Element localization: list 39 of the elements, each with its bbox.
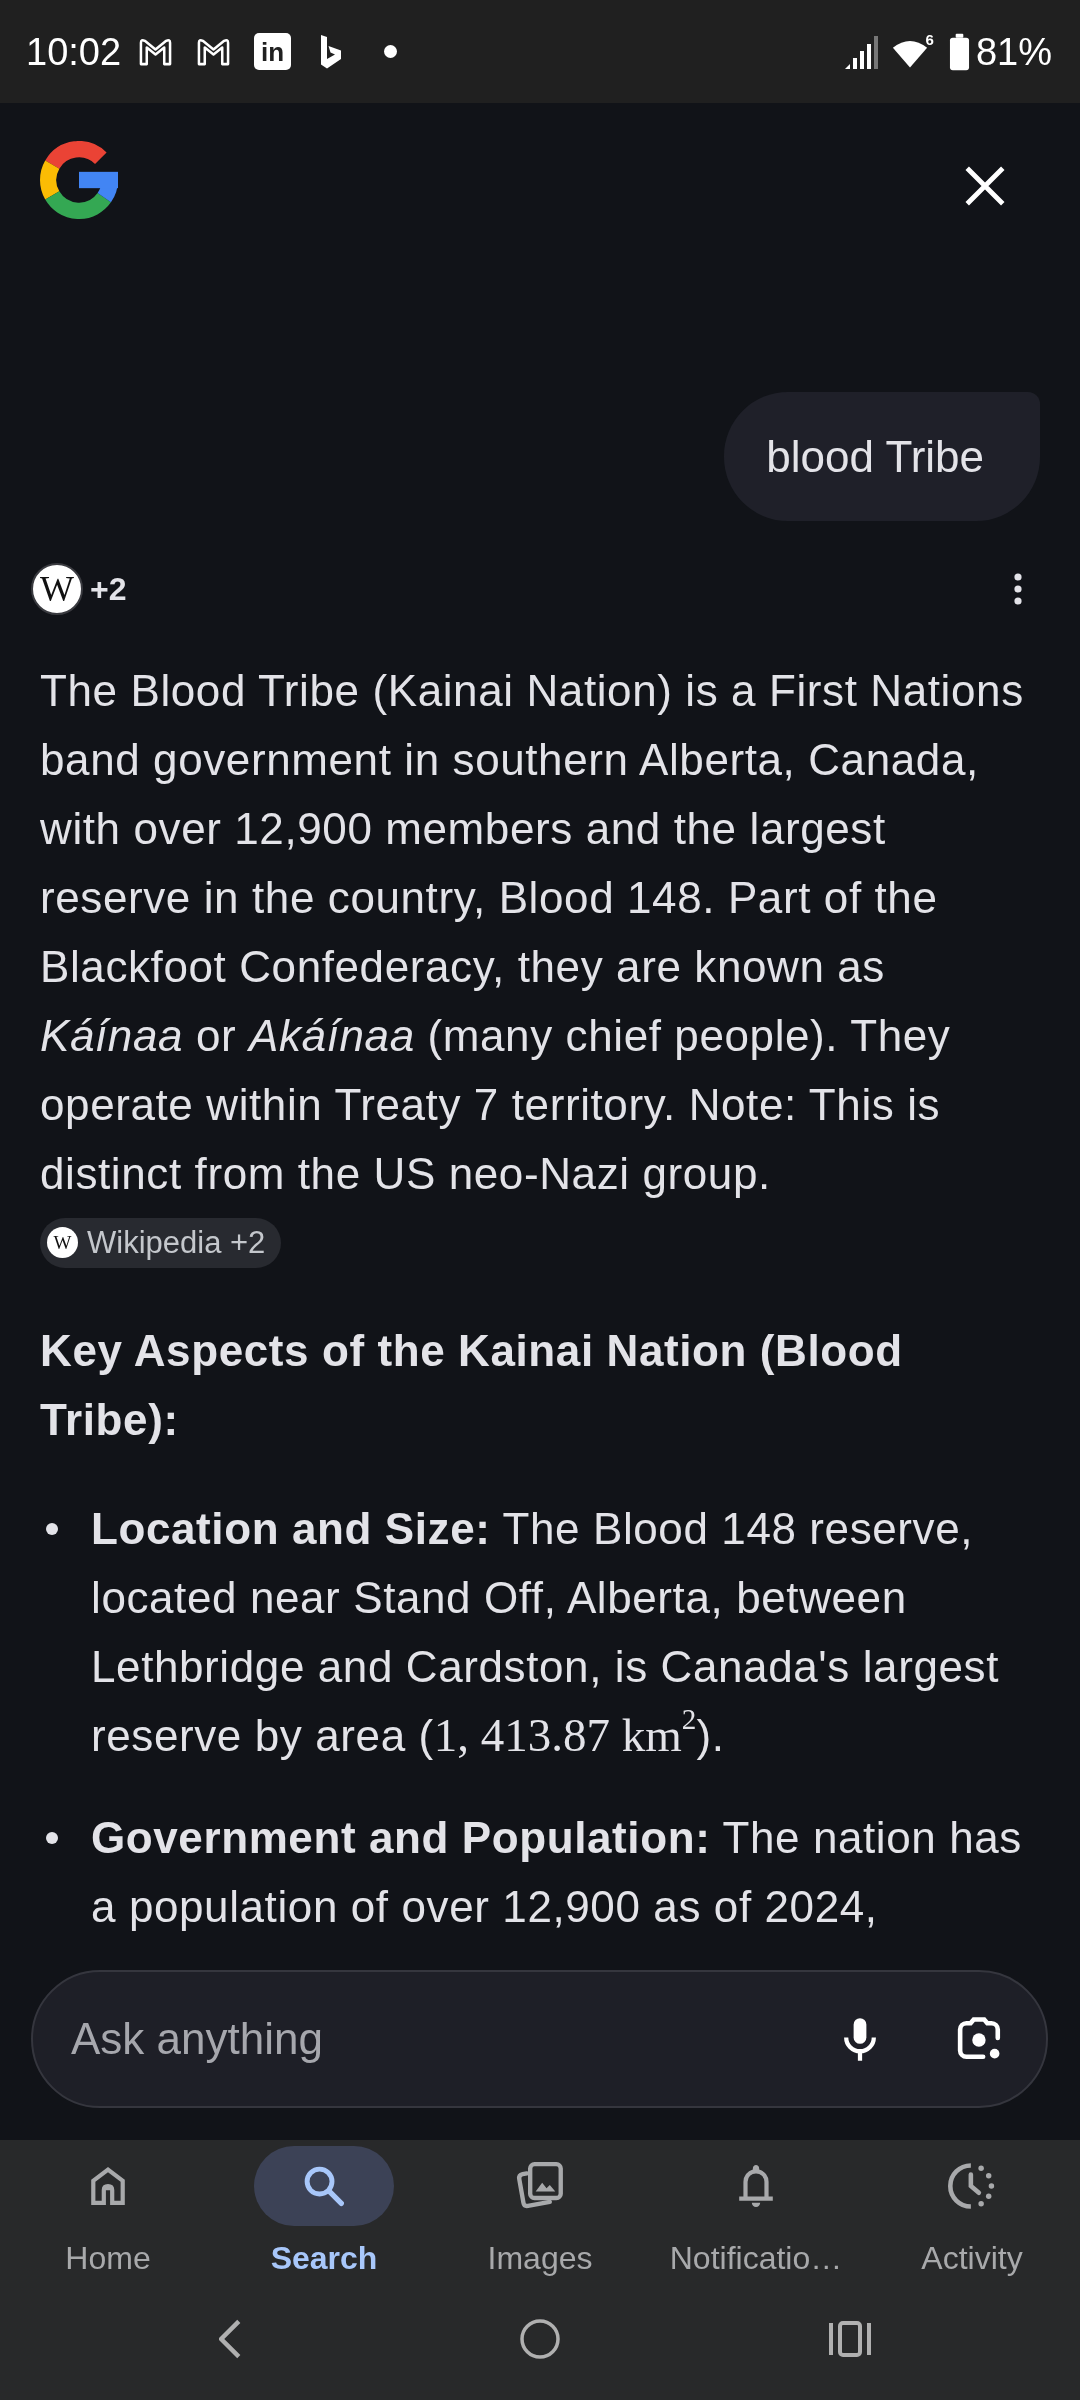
photos-icon xyxy=(516,2162,564,2210)
search-icon xyxy=(304,2165,344,2207)
microphone-icon[interactable] xyxy=(843,2015,877,2063)
back-icon[interactable] xyxy=(219,2319,241,2359)
nav-tab[interactable]: Images xyxy=(432,2146,648,2278)
home-icon xyxy=(88,2165,128,2207)
citation-chip[interactable]: W Wikipedia +2 xyxy=(40,1217,282,1268)
section-heading: Key Aspects of the Kainai Nation (Blood Tribe): xyxy=(40,1325,904,1446)
nav-tab[interactable]: Home xyxy=(0,2146,216,2278)
nav-tab[interactable]: Notificatio… xyxy=(648,2146,864,2278)
battery-icon xyxy=(948,32,970,71)
recents-icon[interactable] xyxy=(828,2319,872,2359)
answer-paragraph: The Blood Tribe (Kainai Nation) is a First Nations band government in southern Alberta, Canada, with over 12,900 members and the largest reserve in the country, Blood 148. Part of the Blackfoot Confederacy, they are known as Káínaa or Akáínaa (many chief people). They operate within Treaty 7 territory. Note: This is distinct from the US neo-Nazi group. xyxy=(40,665,1025,1200)
w-logo: W xyxy=(31,563,83,615)
close-icon[interactable] xyxy=(965,166,1005,206)
signal-icon xyxy=(843,33,880,70)
camera-lens-icon[interactable] xyxy=(957,2017,1003,2061)
wifi-icon xyxy=(891,38,928,69)
bell-icon xyxy=(736,2165,776,2207)
bullet-icon xyxy=(46,1523,58,1535)
battery-percent: 81% xyxy=(975,29,1052,74)
nav-tab[interactable]: Search xyxy=(216,2146,432,2278)
nav-tab[interactable]: Activity xyxy=(864,2146,1080,2278)
sources-button[interactable]: W +2 xyxy=(31,563,127,615)
activity-clock-icon xyxy=(948,2162,996,2210)
ask-bar[interactable]: Ask anything xyxy=(31,1970,1048,2108)
wifi-generation-label: 6 xyxy=(925,31,934,47)
bullet-icon xyxy=(46,1832,58,1844)
status-time: 10:02 xyxy=(26,29,122,74)
home-circle-icon[interactable] xyxy=(520,2319,560,2359)
app-badge-logo: in xyxy=(254,33,292,70)
query-bubble: blood Tribe xyxy=(724,392,1040,521)
more-menu-icon[interactable] xyxy=(1014,573,1022,605)
ask-input[interactable]: Ask anything xyxy=(71,2009,843,2069)
dot-icon xyxy=(384,45,398,58)
bullet-text: Government and Population: The nation has a population of over 12,900 as of 2024, xyxy=(91,1812,1023,1933)
w-logo: W xyxy=(47,1227,78,1258)
bullet-text: Location and Size: The Blood 148 reserve, located near Stand Off, Alberta, between Lethbridge and Cardston, is Canada's largest reserve by area (1, 413.87 km$^{2}$). xyxy=(91,1503,1000,1763)
g-logo-icon xyxy=(40,141,118,219)
